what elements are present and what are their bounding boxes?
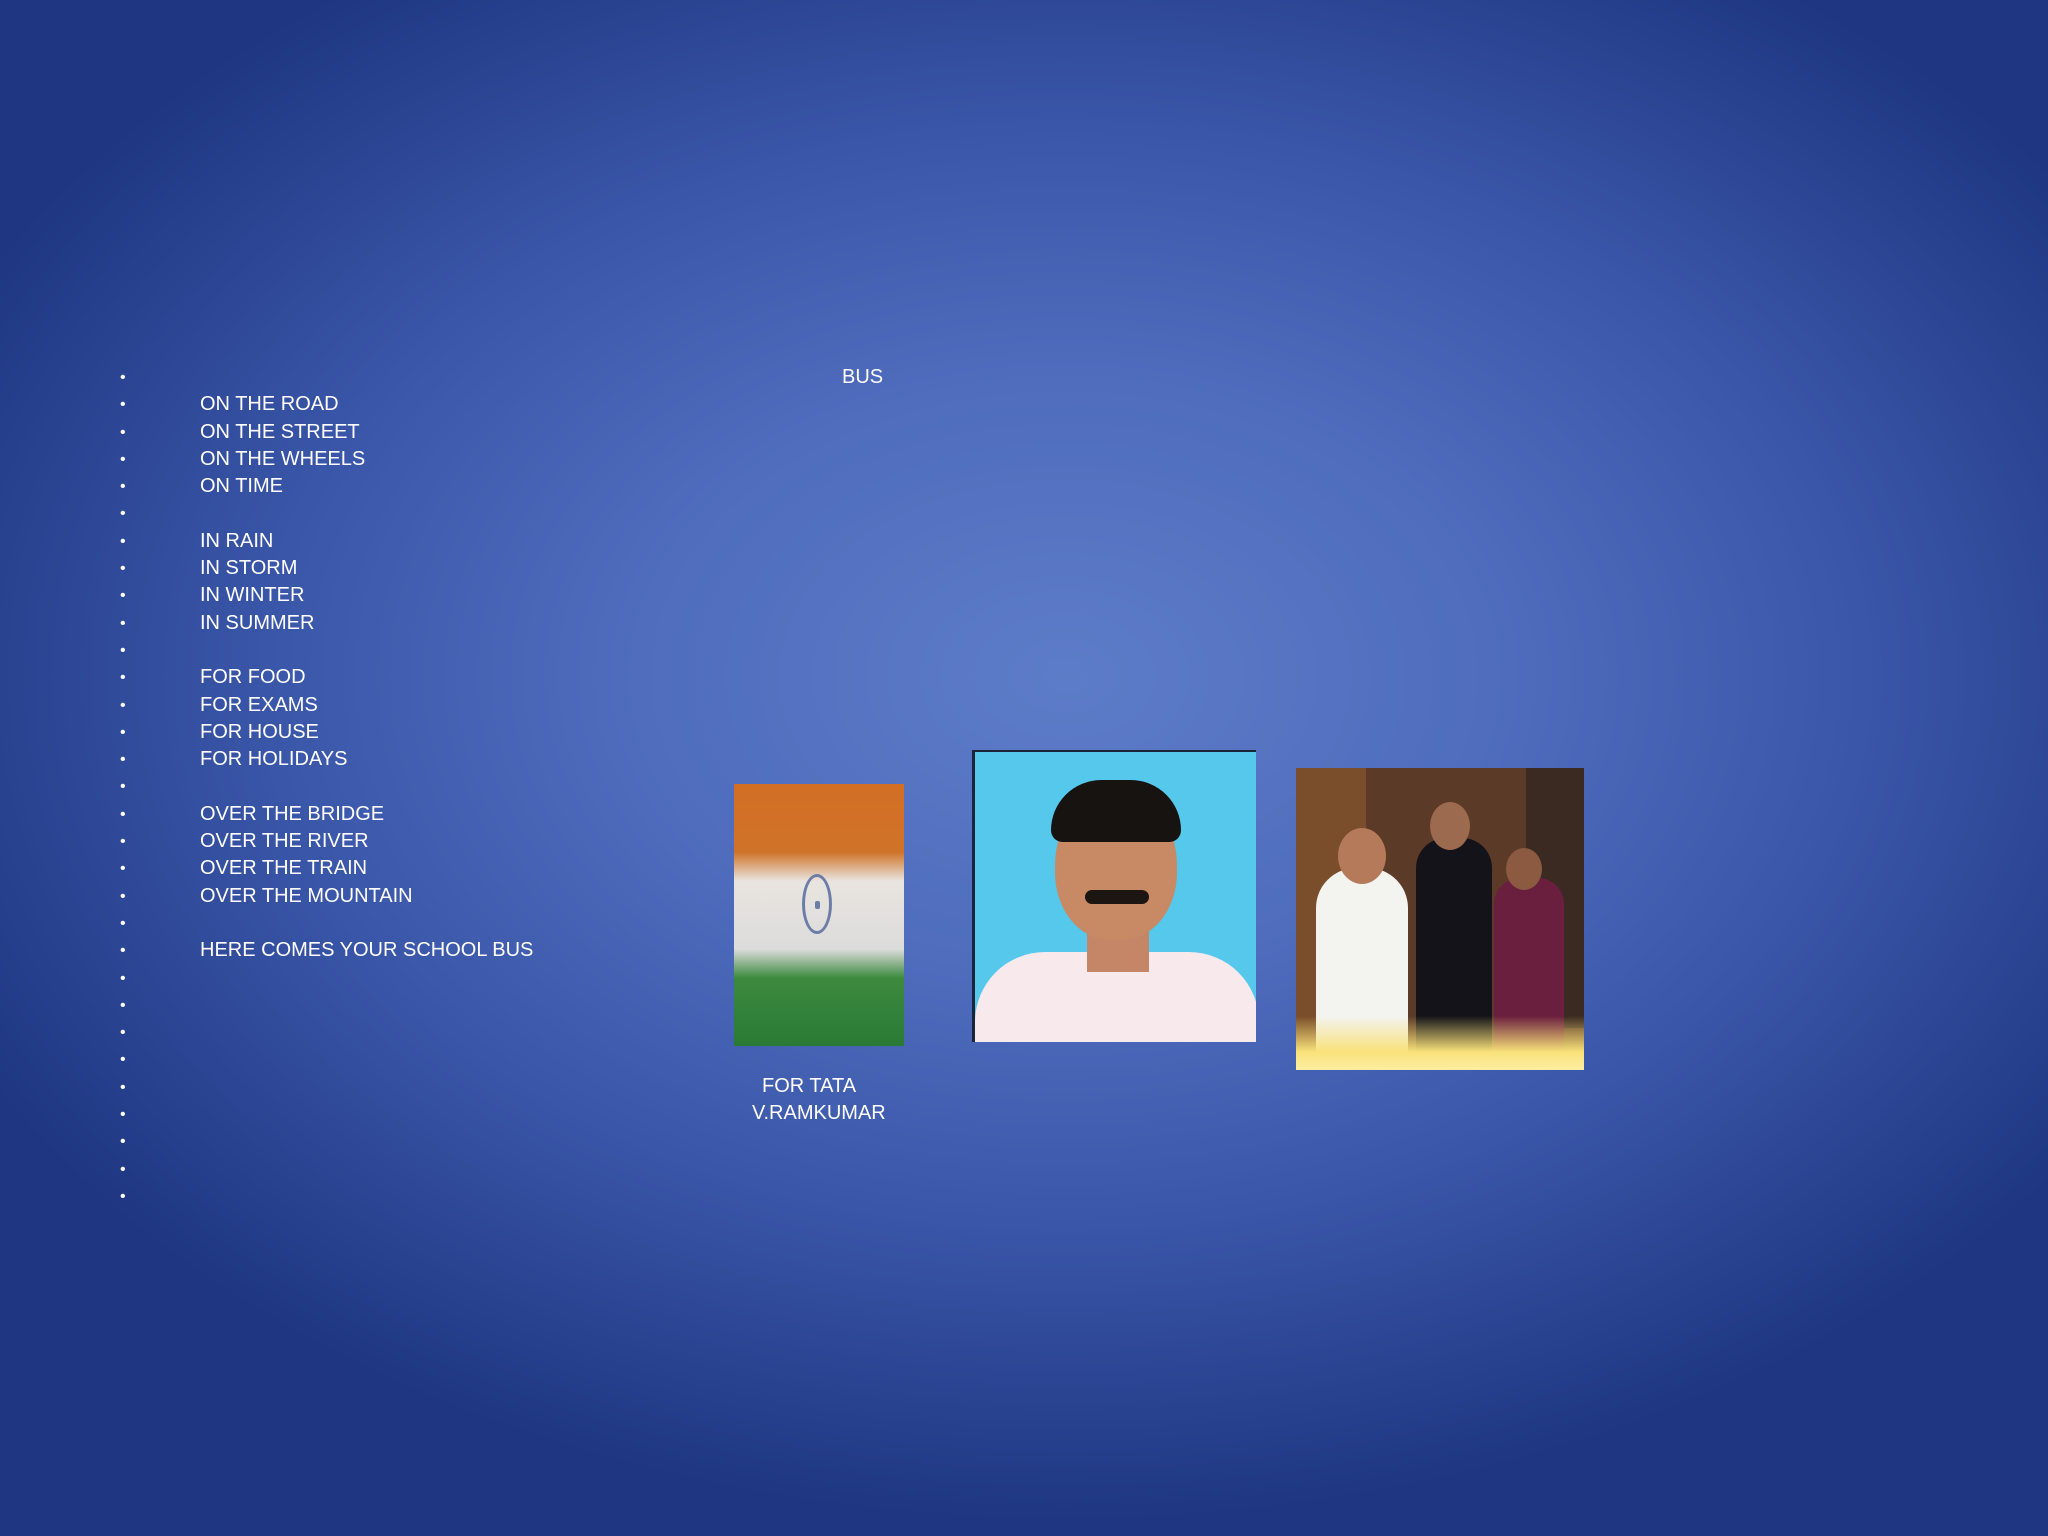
list-item-label: HERE COMES YOUR SCHOOL BUS — [200, 939, 534, 962]
bullet-icon: • — [120, 423, 126, 441]
group-photo — [1296, 768, 1584, 1070]
chakra-icon — [802, 874, 832, 934]
bullet-icon: • — [120, 669, 126, 687]
bullet-icon: • — [120, 1024, 126, 1042]
indian-flag-image — [734, 784, 904, 1046]
bullet-icon: • — [120, 614, 126, 632]
portrait-photo — [972, 750, 1256, 1042]
bullet-icon: • — [120, 996, 126, 1014]
list-item-label: OVER THE BRIDGE — [200, 802, 385, 825]
bullet-icon: • — [120, 450, 126, 468]
bullet-icon: • — [120, 641, 126, 659]
list-item-label: IN RAIN — [200, 529, 274, 552]
list-item-label: OVER THE MOUNTAIN — [200, 884, 413, 907]
list-item-label: FOR FOOD — [200, 666, 306, 689]
bullet-icon: • — [120, 396, 126, 414]
bullet-icon: • — [120, 860, 126, 878]
list-item-label: FOR HOLIDAYS — [200, 748, 348, 771]
caption-company: FOR TATA — [762, 1075, 857, 1097]
list-item-label: ON THE ROAD — [200, 393, 339, 416]
list-item-label: ON TIME — [200, 475, 283, 498]
bullet-icon: • — [120, 1160, 126, 1178]
bullet-icon: • — [120, 478, 126, 496]
bullet-icon: • — [120, 914, 126, 932]
list-item-label: ON THE WHEELS — [200, 447, 366, 470]
list-item-label: OVER THE RIVER — [200, 830, 369, 853]
list-item-label: IN STORM — [200, 557, 298, 580]
bullet-icon: • — [120, 532, 126, 550]
bullet-icon: • — [120, 778, 126, 796]
bullet-icon: • — [120, 696, 126, 714]
bullet-icon: • — [120, 369, 126, 386]
list-item-label: FOR EXAMS — [200, 693, 318, 716]
list-item-label: OVER THE TRAIN — [200, 857, 368, 880]
caption-author: V.RAMKUMAR — [752, 1102, 886, 1124]
slide-title: BUS — [842, 366, 884, 388]
bullet-icon: • — [120, 1106, 126, 1124]
bullet-icon: • — [120, 805, 126, 823]
bullet-icon: • — [120, 505, 126, 523]
bullet-icon: • — [120, 723, 126, 741]
bullet-icon: • — [120, 887, 126, 905]
bullet-icon: • — [120, 751, 126, 769]
bullet-icon: • — [120, 1187, 126, 1205]
list-item-label: FOR HOUSE — [200, 720, 319, 743]
bullet-icon: • — [120, 942, 126, 960]
bullet-icon: • — [120, 969, 126, 987]
bullet-icon: • — [120, 587, 126, 605]
bullet-icon: • — [120, 1133, 126, 1151]
bullet-icon: • — [120, 1078, 126, 1096]
list-item-label: IN WINTER — [200, 584, 305, 607]
bullet-icon: • — [120, 1051, 126, 1069]
slide: • BUS • ON THE ROAD • ON THE STREET • ON THE WH… — [0, 0, 2048, 1536]
bullet-icon: • — [120, 833, 126, 851]
list-item-label: IN SUMMER — [200, 611, 315, 634]
bullet-icon: • — [120, 560, 126, 578]
list-item-label: ON THE STREET — [200, 420, 360, 443]
